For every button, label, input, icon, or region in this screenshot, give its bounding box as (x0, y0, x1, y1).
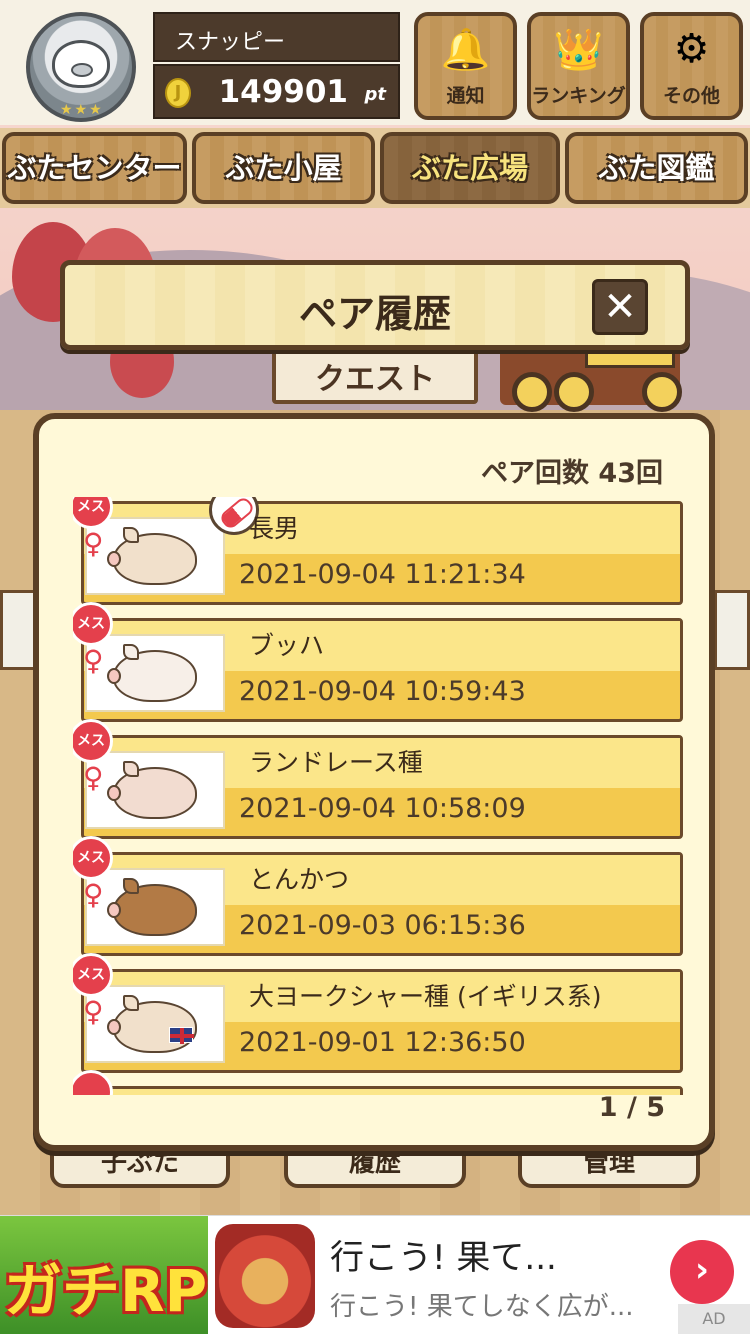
ad-tag: AD (678, 1304, 750, 1334)
wheel-icon (554, 372, 594, 412)
pair-date: 2021-09-04 10:59:43 (239, 676, 526, 707)
female-symbol-icon: ♀ (83, 527, 104, 560)
list-item[interactable]: メス ♀ とんかつ 2021-09-03 06:15:36 (73, 836, 683, 956)
pig-thumbnail (85, 517, 225, 595)
female-symbol-icon: ♀ (83, 761, 104, 794)
list-item[interactable]: メス ♀ ブッハ 2021-09-04 10:59:43 (73, 602, 683, 722)
pig-face-icon (52, 40, 110, 88)
ad-image[interactable]: ガチRP (0, 1216, 208, 1334)
coin-icon: J (165, 78, 191, 108)
header: ★★★ スナッピー J 149901 pt 🔔 通知 👑 ランキング ⚙ その他 (0, 0, 750, 125)
pig-thumbnail (85, 634, 225, 712)
pig-name: ランドレース種 (249, 748, 423, 777)
chevron-right-icon[interactable]: › (670, 1240, 734, 1304)
username-plate: スナッピー (153, 12, 400, 62)
pig-thumbnail (85, 751, 225, 829)
tab-pig-hut[interactable]: ぶた小屋 (192, 132, 375, 204)
list-item[interactable]: メス ♀ 長男 2021-09-04 11:21:34 (73, 497, 683, 605)
pair-date: 2021-09-03 06:15:36 (239, 910, 526, 941)
points-plate: J 149901 pt (153, 64, 400, 119)
pair-date: 2021-09-04 11:21:34 (239, 559, 526, 590)
ad-title[interactable]: 行こう! 果て... (330, 1230, 557, 1279)
wheel-icon (512, 372, 552, 412)
ranking-label: ランキング (531, 85, 626, 107)
female-symbol-icon: ♀ (83, 644, 104, 677)
female-symbol-icon: ♀ (83, 878, 104, 911)
uk-flag-icon (169, 1027, 194, 1044)
pig-name: ブッハ (249, 631, 325, 660)
pig-icon (107, 761, 197, 819)
gear-icon: ⚙ (673, 26, 710, 72)
ad-app-icon[interactable] (215, 1224, 315, 1328)
pig-icon (107, 527, 197, 585)
tab-pig-square[interactable]: ぶた広場 (380, 132, 560, 204)
tab-pig-center[interactable]: ぶたセンター (2, 132, 187, 204)
pair-history-panel: ペア回数 43回 メス ♀ 長男 2021-09-04 11:21:34 メス … (33, 413, 715, 1151)
pig-icon (107, 995, 197, 1053)
pair-date: 2021-09-04 10:58:09 (239, 793, 526, 824)
pair-count: ペア回数 43回 (481, 458, 663, 489)
bell-icon: 🔔 (440, 27, 491, 73)
page-indicator: 1 / 5 (598, 1092, 665, 1123)
ad-subtitle[interactable]: 行こう! 果てしなく広が... (330, 1286, 633, 1323)
pig-icon (107, 878, 197, 936)
pair-history-list[interactable]: メス ♀ 長男 2021-09-04 11:21:34 メス ♀ ブッハ 202… (73, 497, 693, 1095)
main-nav: ぶたセンター ぶた小屋 ぶた広場 ぶた図鑑 (0, 128, 750, 208)
list-item[interactable]: メス ♀ 大ヨークシャー種 (イギリス系) 2021-09-01 12:36:5… (73, 953, 683, 1073)
tab-pig-encyclopedia[interactable]: ぶた図鑑 (565, 132, 748, 204)
crown-icon: 👑 (553, 27, 604, 73)
row-card (81, 1086, 683, 1095)
list-item[interactable] (73, 1070, 683, 1095)
username: スナッピー (175, 30, 286, 55)
ranking-button[interactable]: 👑 ランキング (527, 12, 630, 120)
list-item[interactable]: メス ♀ ランドレース種 2021-09-04 10:58:09 (73, 719, 683, 839)
close-button[interactable]: ✕ (592, 279, 648, 335)
notification-label: 通知 (446, 85, 485, 107)
other-label: その他 (662, 85, 720, 107)
pig-name: 大ヨークシャー種 (イギリス系) (249, 982, 602, 1011)
ad-image-text: ガチRP (4, 1257, 208, 1325)
ad-banner[interactable]: ガチRP 行こう! 果て... 行こう! 果てしなく広が... › AD (0, 1215, 750, 1334)
pig-icon (107, 644, 197, 702)
points-unit: pt (364, 84, 387, 105)
rank-stars: ★★★ (60, 102, 104, 118)
pig-name: 長男 (249, 514, 300, 543)
pair-date: 2021-09-01 12:36:50 (239, 1027, 526, 1058)
wheel-icon (642, 372, 682, 412)
avatar[interactable]: ★★★ (26, 12, 136, 122)
notification-button[interactable]: 🔔 通知 (414, 12, 517, 120)
pig-thumbnail (85, 868, 225, 946)
fence (714, 590, 750, 670)
female-symbol-icon: ♀ (83, 995, 104, 1028)
pig-name: とんかつ (249, 865, 350, 894)
pig-thumbnail (85, 985, 225, 1063)
points-value: 149901 (218, 74, 348, 110)
quest-sign-text: クエスト (315, 362, 435, 397)
female-badge (73, 1070, 113, 1095)
snout (71, 63, 93, 77)
other-button[interactable]: ⚙ その他 (640, 12, 743, 120)
